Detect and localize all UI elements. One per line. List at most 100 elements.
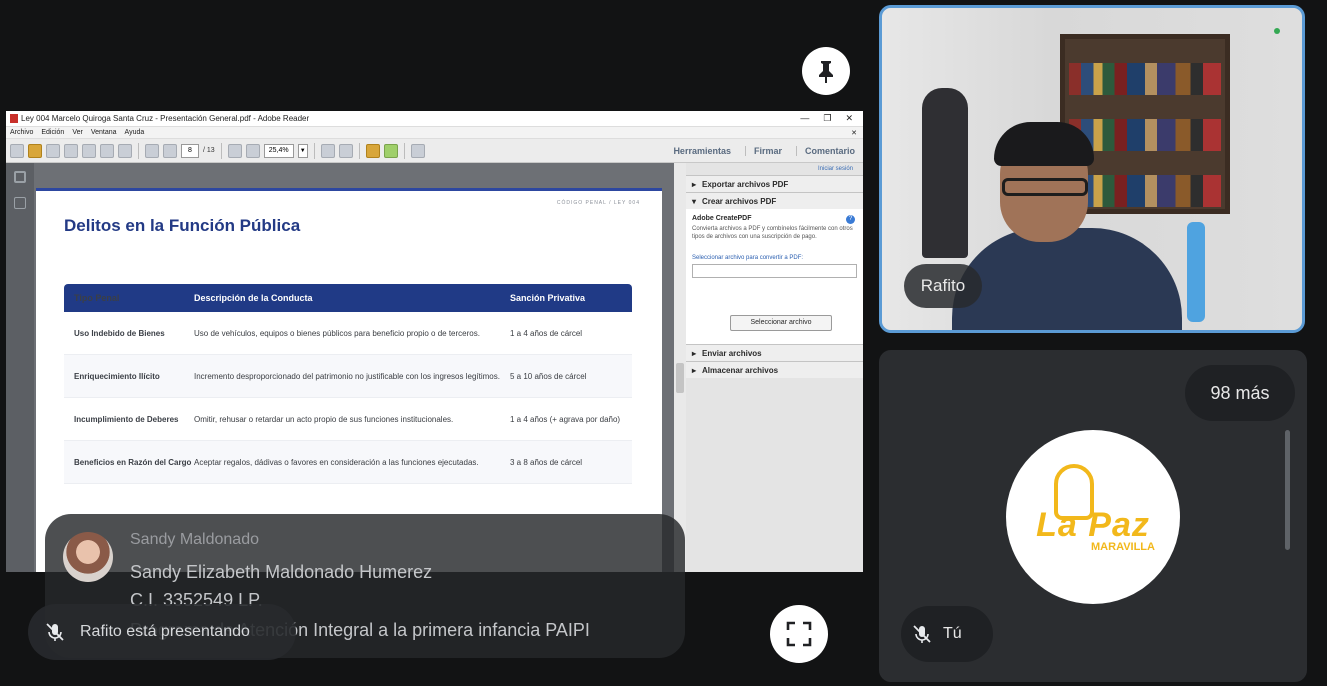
toolbar-divider bbox=[403, 142, 405, 159]
fullscreen-button[interactable] bbox=[770, 605, 828, 663]
select-file-button[interactable]: Seleccionar archivo bbox=[730, 315, 832, 331]
cell-descripcion: Omitir, rehusar o retardar un acto propi… bbox=[194, 414, 454, 424]
collapsed-arrow-icon: ▸ bbox=[692, 365, 697, 375]
highlight-icon[interactable] bbox=[383, 143, 398, 158]
cell-tipo: Beneficios en Razón del Cargo bbox=[74, 457, 192, 467]
save-icon[interactable] bbox=[82, 143, 96, 158]
header-tipo: Tipo Penal bbox=[74, 293, 120, 303]
reader-viewer: CÓDIGO PENAL / LEY 004 Delitos en la Fun… bbox=[6, 163, 863, 572]
scrollbar-thumb[interactable] bbox=[676, 363, 684, 393]
table-body: Uso Indebido de Bienes Uso de vehículos,… bbox=[64, 312, 632, 484]
fullscreen-icon bbox=[786, 621, 812, 647]
books-row bbox=[1069, 63, 1221, 95]
email-icon[interactable] bbox=[118, 143, 132, 158]
pin-icon bbox=[819, 61, 833, 83]
cell-tipo: Incumplimiento de Deberes bbox=[74, 414, 179, 424]
fit-width-icon[interactable] bbox=[338, 143, 353, 158]
section-send-label: Enviar archivos bbox=[702, 348, 762, 358]
collapsed-arrow-icon: ▸ bbox=[692, 348, 697, 358]
sign-in-link[interactable]: Iniciar sesión bbox=[686, 163, 863, 175]
comment-icon[interactable] bbox=[365, 143, 380, 158]
page-down-icon[interactable] bbox=[163, 143, 177, 158]
window-title: Ley 004 Marcelo Quiroga Santa Cruz - Pre… bbox=[21, 114, 310, 123]
meeting-stage: Ley 004 Marcelo Quiroga Santa Cruz - Pre… bbox=[0, 0, 1327, 686]
right-tabs: Herramientas Firmar Comentario bbox=[673, 145, 863, 156]
slide-title: Delitos en la Función Pública bbox=[64, 216, 301, 235]
zoom-out-icon[interactable] bbox=[227, 143, 242, 158]
minimize-icon[interactable]: — bbox=[800, 113, 809, 124]
header-descripcion: Descripción de la Conducta bbox=[194, 292, 313, 303]
section-export-label: Exportar archivos PDF bbox=[702, 179, 789, 189]
more-participants-button[interactable]: 98 más bbox=[1185, 365, 1295, 421]
menu-edicion[interactable]: Edición bbox=[41, 129, 64, 136]
menu-ayuda[interactable]: Ayuda bbox=[125, 129, 145, 136]
toolbar-divider bbox=[220, 142, 222, 159]
pages-icon[interactable] bbox=[14, 171, 26, 183]
code-tag: CÓDIGO PENAL / LEY 004 bbox=[556, 200, 640, 206]
create-pdf-description: Convierta archivos a PDF y combínelos fá… bbox=[692, 226, 853, 240]
collapsed-arrow-icon: ▸ bbox=[692, 179, 697, 189]
coat bbox=[922, 88, 968, 258]
cell-sancion: 3 a 8 años de cárcel bbox=[510, 457, 583, 467]
la-paz-logo-icon bbox=[1054, 464, 1094, 520]
create-pdf-box: Adobe CreatePDF ? Convierta archivos a P… bbox=[686, 209, 863, 344]
print-icon[interactable] bbox=[100, 143, 114, 158]
cell-tipo: Uso Indebido de Bienes bbox=[74, 328, 165, 338]
section-create[interactable]: ▾ Crear archivos PDF bbox=[686, 192, 863, 209]
person-hair bbox=[994, 122, 1094, 166]
zoom-in-icon[interactable] bbox=[245, 143, 260, 158]
tools-pane: Iniciar sesión ▸ Exportar archivos PDF ▾… bbox=[686, 163, 863, 572]
edit-icon[interactable] bbox=[46, 143, 60, 158]
pdf-icon bbox=[10, 114, 18, 123]
cell-descripcion: Aceptar regalos, dádivas o favores en co… bbox=[194, 457, 479, 467]
cell-descripcion: Uso de vehículos, equipos o bienes públi… bbox=[194, 328, 480, 338]
menu-ver[interactable]: Ver bbox=[72, 129, 83, 136]
logo-subtext: MARAVILLA bbox=[1091, 540, 1155, 553]
combine-icon[interactable] bbox=[28, 143, 42, 158]
toolbar-divider bbox=[358, 142, 360, 159]
tab-comentario[interactable]: Comentario bbox=[795, 145, 855, 156]
section-send[interactable]: ▸ Enviar archivos bbox=[686, 344, 863, 361]
table-row: Beneficios en Razón del Cargo Aceptar re… bbox=[64, 441, 632, 484]
page-up-icon[interactable] bbox=[145, 143, 159, 158]
create-icon[interactable] bbox=[10, 143, 24, 158]
avatar: La Paz MARAVILLA bbox=[1006, 430, 1180, 604]
fit-page-icon[interactable] bbox=[320, 143, 335, 158]
page-number-input[interactable]: 8 bbox=[181, 143, 199, 158]
pin-button[interactable] bbox=[802, 47, 850, 95]
document-scrollbar[interactable] bbox=[674, 163, 686, 572]
cloud-icon[interactable] bbox=[64, 143, 78, 158]
slide-accent-bar bbox=[36, 188, 662, 191]
books-row bbox=[1069, 175, 1221, 207]
select-file-label: Seleccionar archivo para convertir a PDF… bbox=[692, 255, 804, 261]
doc-close-icon[interactable]: ✕ bbox=[851, 129, 863, 137]
restore-icon[interactable]: ❐ bbox=[823, 113, 831, 124]
menu-archivo[interactable]: Archivo bbox=[10, 129, 33, 136]
close-icon[interactable]: ✕ bbox=[845, 113, 853, 124]
section-store[interactable]: ▸ Almacenar archivos bbox=[686, 361, 863, 378]
self-name-chip: Tú bbox=[901, 606, 993, 662]
attachments-icon[interactable] bbox=[14, 197, 26, 209]
presenting-indicator: Rafito está presentando bbox=[28, 604, 296, 660]
menu-ventana[interactable]: Ventana bbox=[91, 129, 117, 136]
tab-herramientas[interactable]: Herramientas bbox=[673, 146, 731, 156]
participant-name: Rafito bbox=[904, 264, 982, 308]
zoom-input[interactable]: 25,4% bbox=[263, 143, 294, 158]
section-create-label: Crear archivos PDF bbox=[702, 196, 777, 206]
tile-scrollbar[interactable] bbox=[1285, 430, 1290, 550]
table-row: Uso Indebido de Bienes Uso de vehículos,… bbox=[64, 312, 632, 355]
cell-sancion: 1 a 4 años de cárcel bbox=[510, 328, 583, 338]
mic-off-icon bbox=[40, 617, 70, 647]
tab-firmar[interactable]: Firmar bbox=[744, 145, 782, 156]
video-tile-rafito[interactable]: Rafito bbox=[879, 5, 1305, 333]
video-tile-self[interactable]: 98 más La Paz MARAVILLA Tú bbox=[879, 350, 1307, 682]
table-row: Enriquecimiento Ilícito Incremento despr… bbox=[64, 355, 632, 398]
help-icon[interactable]: ? bbox=[846, 215, 855, 224]
section-export[interactable]: ▸ Exportar archivos PDF bbox=[686, 175, 863, 192]
cell-sancion: 1 a 4 años (+ agrava por daño) bbox=[510, 414, 621, 424]
fullscreen-read-icon[interactable] bbox=[410, 143, 425, 158]
select-file-field[interactable] bbox=[692, 264, 857, 278]
zoom-dropdown-icon[interactable]: ▼ bbox=[297, 143, 308, 158]
penalties-table: Tipo Penal Descripción de la Conducta Sa… bbox=[64, 284, 632, 484]
presenting-text: Rafito está presentando bbox=[80, 623, 250, 640]
